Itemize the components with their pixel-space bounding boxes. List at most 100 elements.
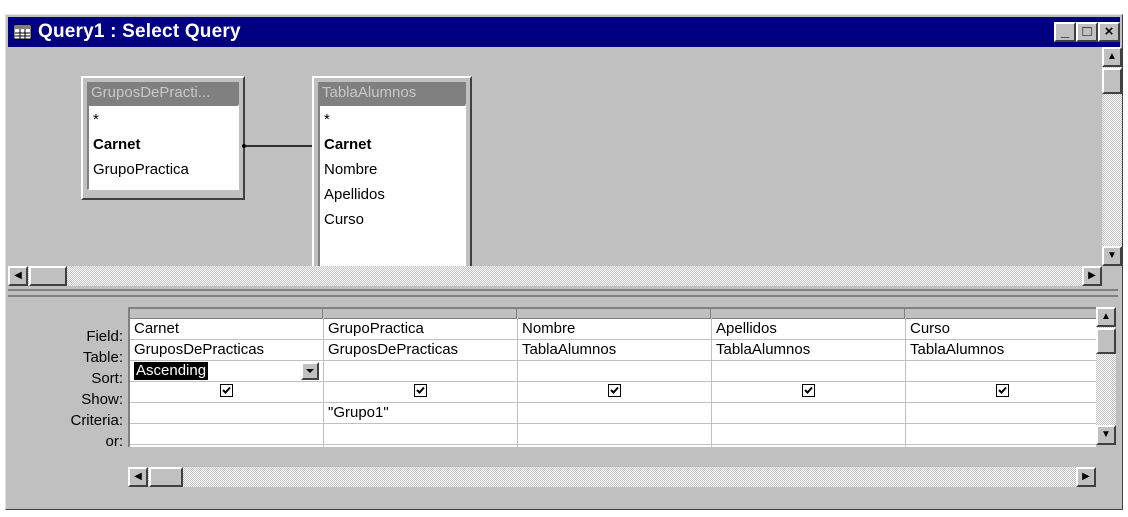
field-list-item[interactable]: Carnet xyxy=(324,132,465,157)
column-selector[interactable] xyxy=(518,309,711,319)
field-list-item[interactable]: Curso xyxy=(324,207,465,232)
checkmark-icon xyxy=(610,386,619,394)
criteria-cell[interactable] xyxy=(518,403,711,424)
field-cell[interactable]: GrupoPractica xyxy=(324,319,517,340)
row-label-field: Field: xyxy=(86,328,123,345)
scroll-down-button[interactable]: ▼ xyxy=(1102,246,1122,266)
field-list-item[interactable]: Nombre xyxy=(324,157,465,182)
row-label-or: or: xyxy=(105,433,123,450)
sort-value[interactable]: Ascending xyxy=(134,362,209,380)
relationship-line[interactable] xyxy=(240,141,320,151)
scroll-thumb[interactable] xyxy=(29,266,67,286)
row-label-sort: Sort: xyxy=(91,370,123,387)
table-box-alumnos[interactable]: TablaAlumnos * Carnet Nombre Apellidos C… xyxy=(312,76,472,286)
field-cell[interactable]: Curso xyxy=(906,319,1096,340)
field-list-item[interactable]: * xyxy=(93,107,238,132)
show-checkbox[interactable] xyxy=(996,384,1009,397)
sort-cell[interactable] xyxy=(324,361,517,382)
scroll-left-button[interactable]: ◀ xyxy=(128,467,148,487)
table-cell[interactable]: GruposDePracticas xyxy=(130,340,323,361)
criteria-cell[interactable] xyxy=(712,403,905,424)
or-cell[interactable] xyxy=(712,424,905,445)
checkmark-icon xyxy=(416,386,425,394)
title-bar[interactable]: Query1 : Select Query _ □ × xyxy=(8,17,1120,47)
minimize-button[interactable]: _ xyxy=(1054,22,1076,42)
or-cell[interactable] xyxy=(130,424,323,445)
scroll-left-button[interactable]: ◀ xyxy=(8,266,28,286)
sort-cell[interactable] xyxy=(906,361,1096,382)
checkmark-icon xyxy=(804,386,813,394)
table-design-pane: GruposDePracti... * Carnet GrupoPractica… xyxy=(8,47,1102,286)
sort-cell[interactable] xyxy=(712,361,905,382)
table-cell[interactable]: TablaAlumnos xyxy=(712,340,905,361)
scroll-thumb[interactable] xyxy=(1102,68,1122,94)
show-checkbox[interactable] xyxy=(608,384,621,397)
design-horizontal-scrollbar[interactable]: ◀ ▶ xyxy=(8,266,1102,286)
show-checkbox[interactable] xyxy=(220,384,233,397)
restore-button[interactable]: □ xyxy=(1076,22,1098,42)
table-cell[interactable]: TablaAlumnos xyxy=(906,340,1096,361)
checkmark-icon xyxy=(222,386,231,394)
show-checkbox[interactable] xyxy=(414,384,427,397)
row-label-show: Show: xyxy=(81,391,123,408)
grid-column-apellidos: Apellidos TablaAlumnos xyxy=(712,309,906,447)
pane-splitter[interactable] xyxy=(8,289,1118,297)
field-list: * Carnet Nombre Apellidos Curso xyxy=(318,104,466,276)
scroll-thumb[interactable] xyxy=(149,467,183,487)
column-selector[interactable] xyxy=(324,309,517,319)
grid-column-grupopractica: GrupoPractica GruposDePracticas "Grupo1" xyxy=(324,309,518,447)
scroll-down-button[interactable]: ▼ xyxy=(1096,425,1116,445)
table-title[interactable]: TablaAlumnos xyxy=(318,82,466,104)
chevron-down-icon xyxy=(306,369,314,373)
show-cell[interactable] xyxy=(130,382,323,403)
row-label-criteria: Criteria: xyxy=(70,412,123,429)
column-selector[interactable] xyxy=(906,309,1096,319)
field-cell[interactable]: Nombre xyxy=(518,319,711,340)
sort-cell[interactable] xyxy=(518,361,711,382)
scroll-right-button[interactable]: ▶ xyxy=(1082,266,1102,286)
column-selector[interactable] xyxy=(712,309,905,319)
criteria-cell[interactable] xyxy=(130,403,323,424)
field-list-item[interactable]: GrupoPractica xyxy=(93,157,238,182)
close-button[interactable]: × xyxy=(1098,22,1120,42)
scroll-up-button[interactable]: ▲ xyxy=(1102,47,1122,67)
or-cell[interactable] xyxy=(518,424,711,445)
field-list-item[interactable]: Apellidos xyxy=(324,182,465,207)
grid-column-nombre: Nombre TablaAlumnos xyxy=(518,309,712,447)
table-cell[interactable]: GruposDePracticas xyxy=(324,340,517,361)
table-box-grupos[interactable]: GruposDePracti... * Carnet GrupoPractica xyxy=(81,76,245,200)
design-vertical-scrollbar[interactable]: ▲ ▼ xyxy=(1102,47,1122,266)
show-cell[interactable] xyxy=(712,382,905,403)
scroll-thumb[interactable] xyxy=(1096,328,1116,354)
checkmark-icon xyxy=(998,386,1007,394)
field-list-item[interactable]: Carnet xyxy=(93,132,238,157)
query-design-grid: Carnet GruposDePracticas Ascending Grupo… xyxy=(128,307,1096,447)
criteria-cell[interactable]: "Grupo1" xyxy=(324,403,517,424)
query-icon xyxy=(13,24,32,40)
or-cell[interactable] xyxy=(906,424,1096,445)
table-cell[interactable]: TablaAlumnos xyxy=(518,340,711,361)
grid-column-curso: Curso TablaAlumnos xyxy=(906,309,1096,447)
sort-cell[interactable]: Ascending xyxy=(130,361,323,382)
grid-vertical-scrollbar[interactable]: ▲ ▼ xyxy=(1096,307,1116,445)
row-label-table: Table: xyxy=(82,349,123,366)
show-checkbox[interactable] xyxy=(802,384,815,397)
criteria-cell[interactable] xyxy=(906,403,1096,424)
field-list-item[interactable]: * xyxy=(324,107,465,132)
field-cell[interactable]: Carnet xyxy=(130,319,323,340)
show-cell[interactable] xyxy=(518,382,711,403)
scroll-up-button[interactable]: ▲ xyxy=(1096,307,1116,327)
scroll-right-button[interactable]: ▶ xyxy=(1076,467,1096,487)
field-cell[interactable]: Apellidos xyxy=(712,319,905,340)
or-cell[interactable] xyxy=(324,424,517,445)
table-title[interactable]: GruposDePracti... xyxy=(87,82,239,104)
field-list: * Carnet GrupoPractica xyxy=(87,104,239,190)
grid-column-carnet: Carnet GruposDePracticas Ascending xyxy=(130,309,324,447)
show-cell[interactable] xyxy=(324,382,517,403)
sort-dropdown-button[interactable] xyxy=(301,362,319,380)
window-title: Query1 : Select Query xyxy=(38,21,241,42)
column-selector[interactable] xyxy=(130,309,323,319)
show-cell[interactable] xyxy=(906,382,1096,403)
query-window: Query1 : Select Query _ □ × GruposDePrac… xyxy=(5,14,1123,510)
grid-horizontal-scrollbar[interactable]: ◀ ▶ xyxy=(128,467,1096,487)
